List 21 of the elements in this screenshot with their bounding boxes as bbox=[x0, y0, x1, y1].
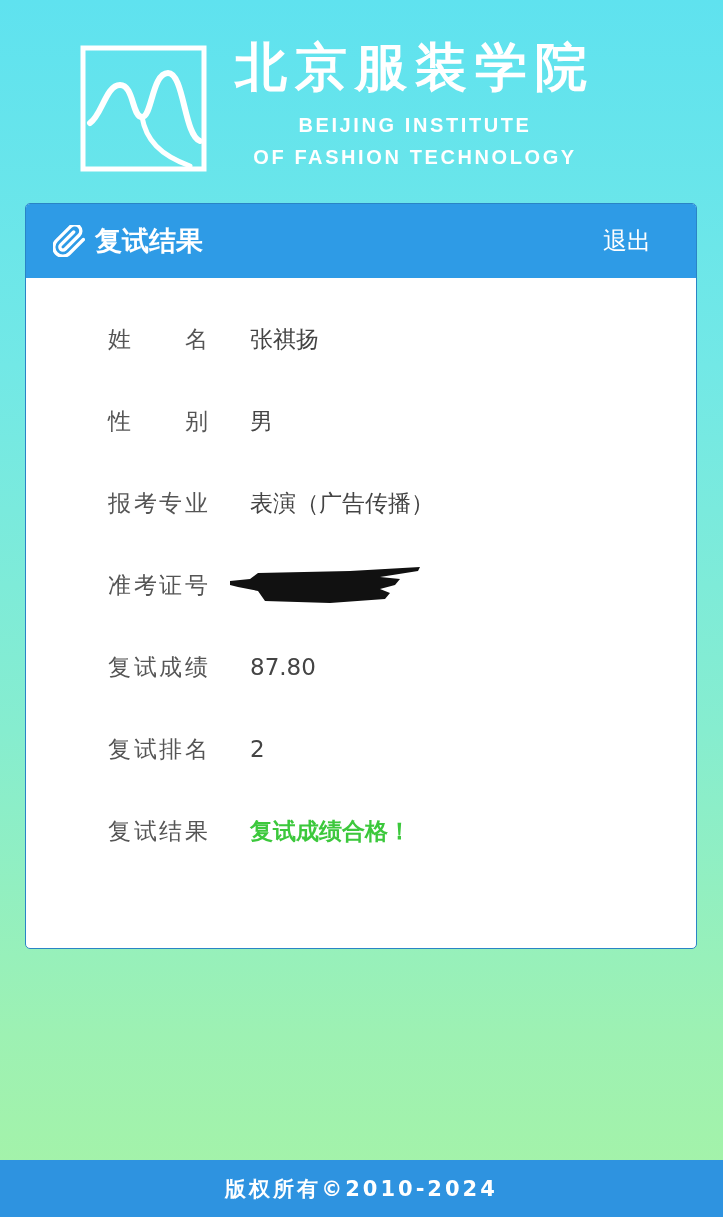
school-name: 北京服装学院 bbox=[235, 37, 595, 97]
field-label: 性 别 bbox=[108, 406, 208, 436]
copyright-text: 版权所有©2010-2024 bbox=[225, 1175, 498, 1203]
field-label: 准考证号 bbox=[108, 570, 208, 600]
result-status: 复试成绩合格！ bbox=[250, 816, 411, 846]
field-value: 张祺扬 bbox=[250, 324, 319, 354]
field-label: 姓 名 bbox=[108, 324, 208, 354]
field-label: 报考专业 bbox=[108, 488, 208, 518]
logout-link[interactable]: 退出 bbox=[603, 225, 651, 257]
school-english-name: BEIJING INSTITUTE bbox=[298, 113, 532, 138]
field-value: 2 bbox=[250, 736, 265, 762]
field-label: 复试成绩 bbox=[108, 652, 208, 682]
field-value: 表演（广告传播） bbox=[250, 488, 434, 518]
field-value: 男 bbox=[250, 406, 273, 436]
school-english-name: OF FASHION TECHNOLOGY bbox=[253, 145, 577, 170]
field-value: 87.80 bbox=[250, 654, 316, 680]
paperclip-icon bbox=[53, 225, 85, 257]
card-title: 复试结果 bbox=[95, 224, 203, 258]
field-label: 复试排名 bbox=[108, 734, 208, 764]
wave-logo-icon bbox=[80, 45, 207, 172]
field-label: 复试结果 bbox=[108, 816, 208, 846]
